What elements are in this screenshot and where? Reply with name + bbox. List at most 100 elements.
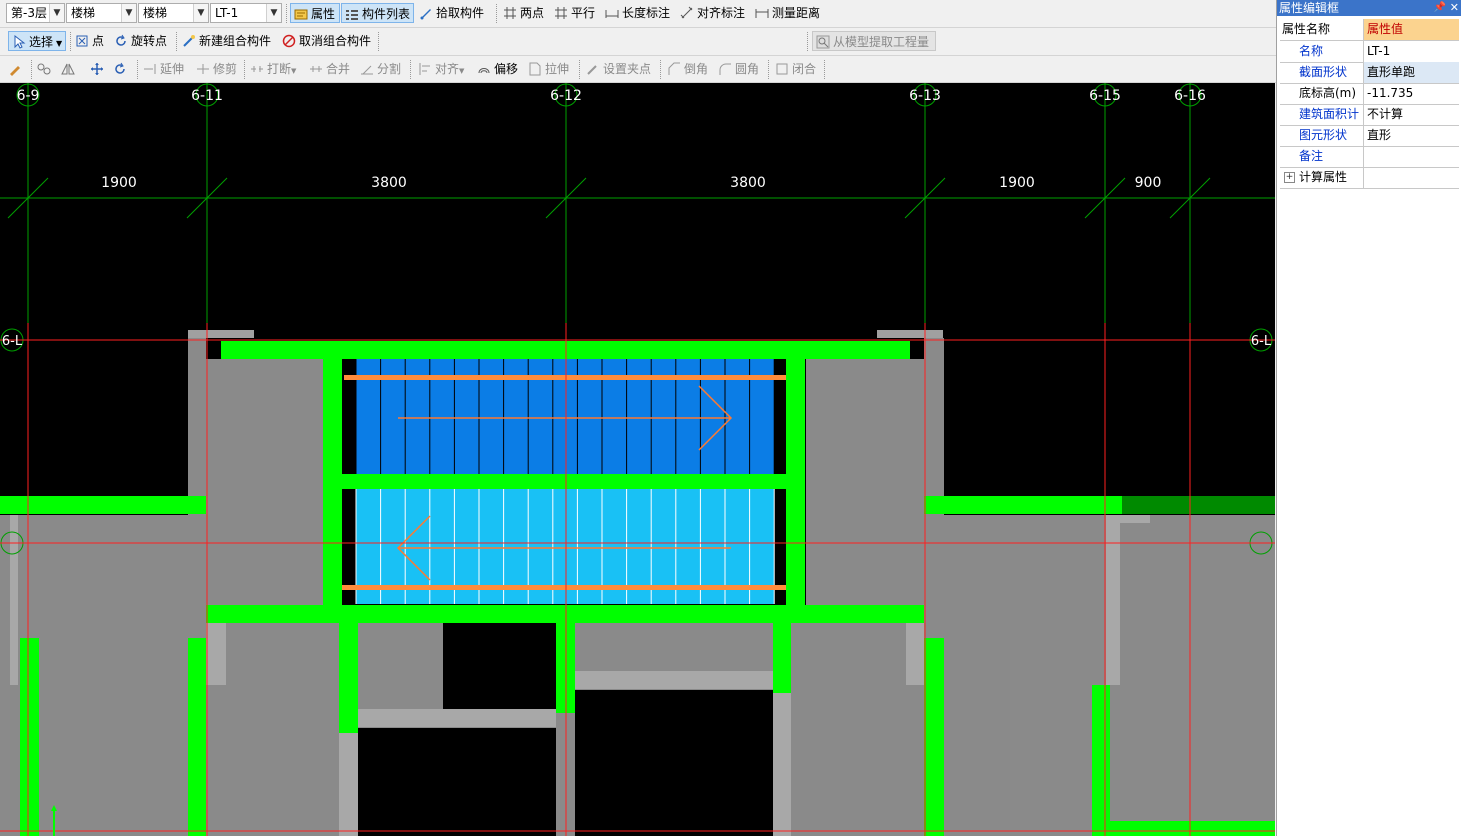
slab: [1106, 515, 1120, 685]
property-group-row[interactable]: + 计算属性: [1280, 167, 1459, 189]
chevron-down-icon[interactable]: ▼: [266, 4, 281, 22]
separator: [768, 60, 770, 79]
category-select[interactable]: 楼梯 ▼: [66, 3, 137, 23]
slab: [206, 359, 324, 605]
close-shape-button[interactable]: 闭合: [775, 59, 816, 79]
chevron-down-icon[interactable]: ▼: [291, 67, 296, 75]
property-name: 建筑面积计: [1280, 104, 1364, 125]
property-row[interactable]: 备注: [1280, 146, 1459, 168]
pin-icon[interactable]: 📌: [1434, 0, 1446, 16]
grip-icon: [586, 62, 600, 76]
chamfer-button[interactable]: 倒角: [667, 59, 708, 79]
chevron-down-icon[interactable]: ▼: [121, 4, 136, 22]
property-value[interactable]: 直形单跑: [1364, 62, 1459, 83]
trim-button[interactable]: 修剪: [196, 59, 237, 79]
type-select[interactable]: 楼梯 ▼: [138, 3, 209, 23]
dimension-label: 3800: [371, 175, 407, 191]
property-row[interactable]: 截面形状 直形单跑: [1280, 62, 1459, 84]
close-icon[interactable]: ✕: [1450, 0, 1459, 16]
align-dimension-button[interactable]: 对齐标注: [680, 3, 745, 23]
new-group-button[interactable]: 新建组合构件: [182, 31, 271, 51]
property-value[interactable]: [1364, 146, 1459, 167]
break-button[interactable]: 打断▼: [250, 59, 296, 79]
mirror-icon: [61, 62, 75, 76]
two-points-button[interactable]: 两点: [503, 3, 544, 23]
separator: [137, 60, 139, 79]
separator: [496, 4, 498, 23]
floor-select[interactable]: 第-3层 ▼: [6, 3, 65, 23]
chevron-down-icon[interactable]: ▼: [459, 67, 464, 75]
property-value[interactable]: LT-1: [1364, 41, 1459, 62]
axis-label: 6-11: [191, 88, 223, 104]
property-value[interactable]: -11.735: [1364, 83, 1459, 104]
mirror-button[interactable]: [61, 59, 78, 79]
wall: [20, 638, 39, 836]
offset-button[interactable]: 偏移: [477, 59, 518, 79]
panel-title: 属性编辑框: [1279, 1, 1340, 15]
property-value[interactable]: 直形: [1364, 125, 1459, 146]
move-button[interactable]: [90, 59, 107, 79]
property-name: 截面形状: [1280, 62, 1364, 83]
cancel-group-button[interactable]: 取消组合构件: [282, 31, 371, 51]
brush-button[interactable]: [8, 59, 25, 79]
property-value: [1364, 167, 1459, 188]
axis-label: 6-13: [909, 88, 941, 104]
extend-button[interactable]: 延伸: [143, 59, 184, 79]
property-panel: 属性编辑框 📌 ✕ 属性名称 属性值 名称 LT-1 截面形状 直形单跑 底标高…: [1276, 0, 1461, 836]
properties-icon: [294, 7, 308, 21]
new-group-label: 新建组合构件: [199, 34, 272, 48]
offset-icon: [477, 62, 491, 76]
axis-label: 6-9: [17, 88, 40, 104]
panel-title-bar: 属性编辑框 📌 ✕: [1277, 0, 1461, 16]
property-row[interactable]: 图元形状 直形: [1280, 125, 1459, 147]
cancel-group-label: 取消组合构件: [299, 34, 372, 48]
align-button[interactable]: 对齐▼: [418, 59, 464, 79]
align-icon: [418, 62, 432, 76]
property-value[interactable]: 不计算: [1364, 104, 1459, 125]
point-button[interactable]: 点: [75, 31, 104, 51]
handrail: [342, 585, 786, 590]
set-grip-button[interactable]: 设置夹点: [586, 59, 651, 79]
fillet-icon: [718, 62, 732, 76]
property-name: 备注: [1280, 146, 1364, 167]
fillet-button[interactable]: 圆角: [718, 59, 759, 79]
align-label: 对齐: [435, 62, 460, 76]
stretch-label: 拉伸: [545, 62, 570, 76]
wall: [1122, 496, 1275, 514]
component-value: LT-1: [215, 6, 239, 20]
chevron-down-icon[interactable]: ▼: [56, 39, 62, 48]
property-row[interactable]: 底标高(m) -11.735: [1280, 83, 1459, 105]
stretch-button[interactable]: 拉伸: [528, 59, 569, 79]
drawing-canvas[interactable]: 6-9 6-11 6-12 6-13 6-15 6-16 6-L 6-L 190…: [0, 83, 1275, 836]
toolbar-row-2: 选择 ▼ 点 旋转点 新建组合构件 取消组合构件 从模型提取工程量: [0, 28, 1276, 56]
length-dimension-button[interactable]: 长度标注: [605, 3, 670, 23]
wall: [1092, 685, 1110, 836]
slab: [877, 330, 943, 338]
rotate-point-button[interactable]: 旋转点: [114, 31, 167, 51]
wall: [323, 341, 342, 623]
parallel-button[interactable]: 平行: [554, 3, 595, 23]
chevron-down-icon[interactable]: ▼: [193, 4, 208, 22]
extract-quantity-button[interactable]: 从模型提取工程量: [812, 31, 936, 51]
properties-button[interactable]: 属性: [290, 3, 340, 23]
measure-distance-button[interactable]: 测量距离: [755, 3, 820, 23]
component-list-button[interactable]: 构件列表: [341, 3, 414, 23]
pick-component-button[interactable]: 拾取构件: [419, 3, 484, 23]
rotate-button[interactable]: [113, 59, 130, 79]
pick-icon: [419, 6, 433, 20]
split-button[interactable]: 分割: [360, 59, 401, 79]
link-button[interactable]: [37, 59, 54, 79]
chevron-down-icon[interactable]: ▼: [49, 4, 64, 22]
drawing-svg[interactable]: 6-9 6-11 6-12 6-13 6-15 6-16 6-L 6-L 190…: [0, 83, 1275, 836]
select-button[interactable]: 选择 ▼: [8, 31, 66, 51]
property-row[interactable]: 名称 LT-1: [1280, 41, 1459, 63]
property-name: 图元形状: [1280, 125, 1364, 146]
property-row[interactable]: 建筑面积计 不计算: [1280, 104, 1459, 126]
extend-label: 延伸: [160, 62, 185, 76]
component-select[interactable]: LT-1 ▼: [210, 3, 282, 23]
axis-label: 6-12: [550, 88, 582, 104]
dimension-labels: 1900 3800 3800 1900 900: [101, 175, 1161, 191]
slab: [188, 330, 254, 338]
merge-button[interactable]: 合并: [309, 59, 350, 79]
wall: [342, 474, 786, 489]
